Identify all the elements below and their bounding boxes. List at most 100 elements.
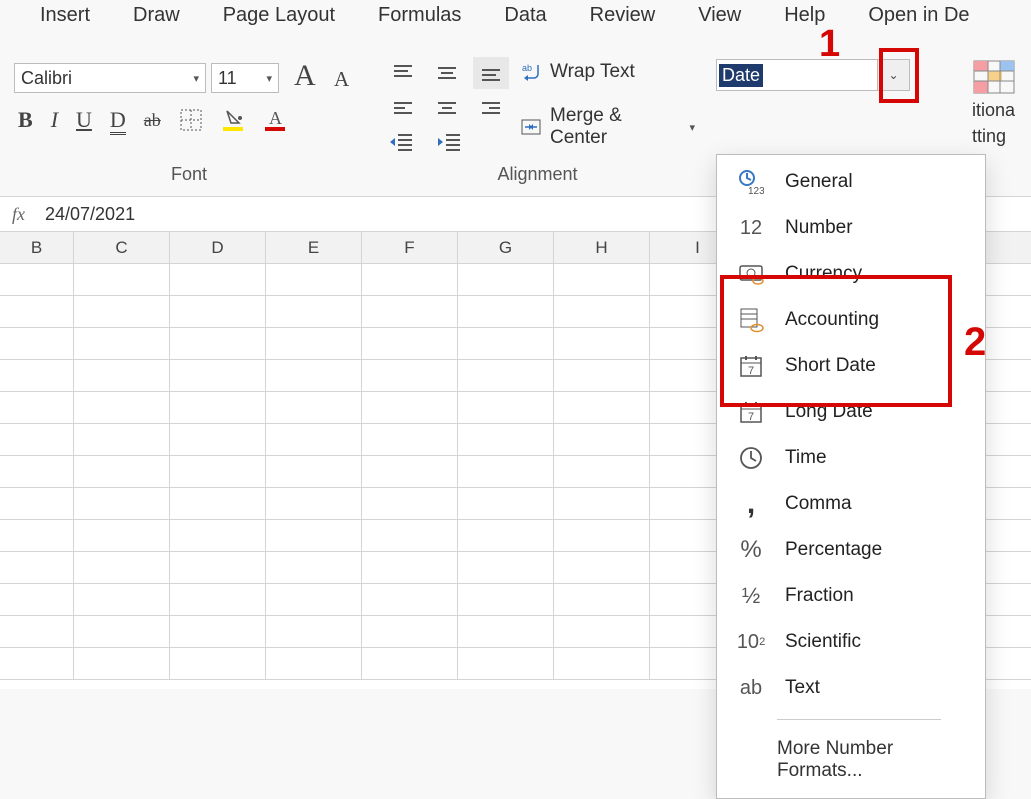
format-general[interactable]: 123General (717, 159, 985, 205)
cell[interactable] (0, 328, 74, 359)
cell[interactable] (554, 584, 650, 615)
cell[interactable] (266, 328, 362, 359)
format-number[interactable]: 12Number (717, 205, 985, 251)
merge-center-button[interactable]: Merge & Center ▾ (520, 105, 695, 149)
cell[interactable] (362, 392, 458, 423)
align-right-button[interactable] (473, 93, 509, 125)
cell[interactable] (74, 296, 170, 327)
cell[interactable] (74, 424, 170, 455)
col-E[interactable]: E (266, 232, 362, 263)
cell[interactable] (170, 424, 266, 455)
formula-bar-value[interactable]: 24/07/2021 (45, 204, 135, 225)
cell[interactable] (74, 264, 170, 295)
cell[interactable] (74, 456, 170, 487)
cell[interactable] (458, 392, 554, 423)
conditional-formatting-button[interactable]: itiona tting (972, 59, 1027, 147)
cell[interactable] (458, 648, 554, 679)
cell[interactable] (170, 328, 266, 359)
font-color-button[interactable]: A (263, 108, 287, 132)
cell[interactable] (554, 616, 650, 647)
cell[interactable] (74, 360, 170, 391)
cell[interactable] (170, 648, 266, 679)
format-accounting[interactable]: Accounting (717, 297, 985, 343)
cell[interactable] (554, 328, 650, 359)
cell[interactable] (0, 520, 74, 551)
cell[interactable] (0, 424, 74, 455)
cell[interactable] (554, 648, 650, 679)
cell[interactable] (362, 488, 458, 519)
col-B[interactable]: B (0, 232, 74, 263)
align-top-button[interactable] (385, 57, 421, 89)
cell[interactable] (170, 360, 266, 391)
cell[interactable] (170, 392, 266, 423)
cell[interactable] (0, 488, 74, 519)
col-F[interactable]: F (362, 232, 458, 263)
cell[interactable] (266, 392, 362, 423)
increase-indent-button[interactable] (436, 131, 462, 153)
cell[interactable] (362, 328, 458, 359)
cell[interactable] (74, 328, 170, 359)
decrease-indent-button[interactable] (388, 131, 414, 153)
cell[interactable] (554, 424, 650, 455)
cell[interactable] (362, 296, 458, 327)
cell[interactable] (266, 456, 362, 487)
borders-button[interactable] (179, 108, 203, 132)
cell[interactable] (0, 616, 74, 647)
cell[interactable] (458, 616, 554, 647)
cell[interactable] (554, 360, 650, 391)
cell[interactable] (362, 648, 458, 679)
cell[interactable] (170, 520, 266, 551)
cell[interactable] (554, 296, 650, 327)
format-comma[interactable]: ,Comma (717, 481, 985, 527)
cell[interactable] (458, 264, 554, 295)
cell[interactable] (266, 584, 362, 615)
cell[interactable] (458, 488, 554, 519)
cell[interactable] (0, 584, 74, 615)
cell[interactable] (554, 456, 650, 487)
menu-insert[interactable]: Insert (40, 4, 90, 27)
cell[interactable] (0, 264, 74, 295)
shrink-font-button[interactable]: A (334, 67, 349, 92)
cell[interactable] (266, 488, 362, 519)
cell[interactable] (266, 424, 362, 455)
format-long-date[interactable]: 7Long Date (717, 389, 985, 435)
menu-review[interactable]: Review (590, 4, 656, 27)
bold-button[interactable]: B (18, 107, 33, 133)
strikethrough-button[interactable]: ab (144, 110, 161, 131)
cell[interactable] (266, 616, 362, 647)
format-short-date[interactable]: 7Short Date (717, 343, 985, 389)
cell[interactable] (0, 296, 74, 327)
cell[interactable] (362, 584, 458, 615)
cell[interactable] (74, 616, 170, 647)
double-underline-button[interactable]: D (110, 107, 126, 133)
cell[interactable] (362, 552, 458, 583)
cell[interactable] (0, 456, 74, 487)
cell[interactable] (170, 488, 266, 519)
col-C[interactable]: C (74, 232, 170, 263)
cell[interactable] (266, 520, 362, 551)
format-scientific[interactable]: 102Scientific (717, 619, 985, 665)
cell[interactable] (0, 360, 74, 391)
wrap-text-button[interactable]: ab Wrap Text (520, 61, 635, 83)
cell[interactable] (458, 520, 554, 551)
col-G[interactable]: G (458, 232, 554, 263)
cell[interactable] (458, 360, 554, 391)
menu-view[interactable]: View (698, 4, 741, 27)
more-number-formats[interactable]: More Number Formats... (717, 728, 985, 788)
format-fraction[interactable]: ½Fraction (717, 573, 985, 619)
cell[interactable] (554, 488, 650, 519)
cell[interactable] (362, 360, 458, 391)
cell[interactable] (554, 520, 650, 551)
cell[interactable] (458, 584, 554, 615)
cell[interactable] (266, 264, 362, 295)
format-text[interactable]: abText (717, 665, 985, 711)
italic-button[interactable]: I (51, 107, 58, 133)
number-format-select[interactable]: Date (716, 59, 878, 91)
cell[interactable] (0, 392, 74, 423)
menu-data[interactable]: Data (504, 4, 546, 27)
cell[interactable] (458, 328, 554, 359)
cell[interactable] (170, 264, 266, 295)
menu-open-in-desktop[interactable]: Open in De (868, 4, 969, 27)
cell[interactable] (170, 296, 266, 327)
fx-icon[interactable]: fx (12, 204, 25, 225)
